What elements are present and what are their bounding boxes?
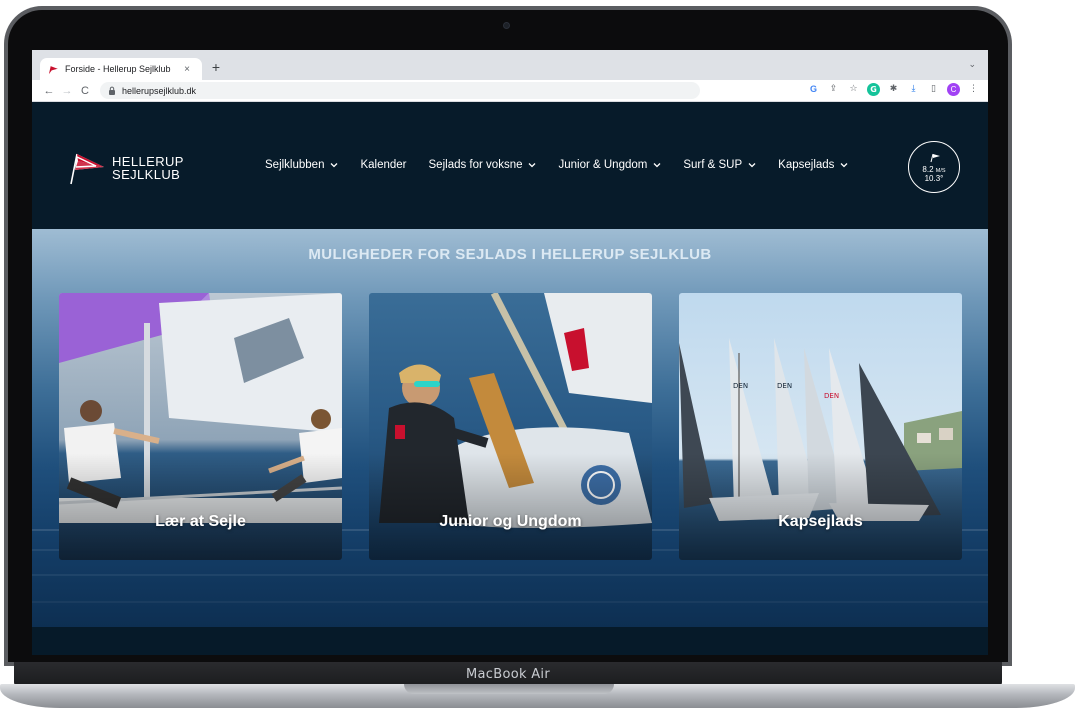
nav-item-kapsejlads[interactable]: Kapsejlads [778, 159, 848, 171]
lock-icon [109, 86, 115, 95]
tab-close-icon[interactable]: × [180, 64, 194, 75]
browser-tab-active[interactable]: Forside - Hellerup Sejlklub × [40, 58, 202, 80]
laptop-frame: Forside - Hellerup Sejlklub × + ⌄ ← → C … [0, 0, 1075, 708]
card-label: Kapsejlads [778, 513, 863, 530]
club-logo[interactable]: HELLERUP SEJLKLUB [66, 151, 184, 185]
profile-avatar[interactable]: C [947, 83, 960, 96]
back-arrow-icon[interactable]: ← [40, 85, 58, 97]
nav-item-surf-sup[interactable]: Surf & SUP [683, 159, 756, 171]
download-icon[interactable]: ⤓ [907, 83, 920, 96]
extension-area: G ⇪ ☆ G ✱ ⤓ ▯ C ⋮ [807, 83, 980, 96]
temperature: 10.3° [924, 174, 944, 183]
extensions-puzzle-icon[interactable]: ✱ [887, 83, 900, 96]
weather-widget[interactable]: 8.2 M/S 10.3° [908, 141, 960, 193]
site-header: HELLERUP SEJLKLUB Sejlklubben Kalender S… [32, 103, 988, 229]
side-panel-icon[interactable]: ▯ [927, 83, 940, 96]
card-laer-at-sejle[interactable]: Lær at Sejle [59, 293, 342, 560]
card-label: Lær at Sejle [155, 513, 246, 530]
nav-item-label: Junior & Ungdom [558, 159, 648, 171]
burgee-flag-icon [70, 153, 104, 185]
club-flag-favicon-icon [48, 64, 59, 74]
water-highlight [32, 601, 988, 603]
chevron-down-icon [840, 163, 848, 168]
logo-line-2: SEJLKLUB [112, 167, 181, 182]
main-navigation: Sejlklubben Kalender Sejlads for voksne … [265, 159, 870, 171]
bookmark-star-icon[interactable]: ☆ [847, 83, 860, 96]
water-highlight [32, 574, 988, 576]
nav-item-junior-ungdom[interactable]: Junior & Ungdom [558, 159, 661, 171]
browser-toolbar: ← → C hellerupsejlklub.dk G ⇪ ☆ G ✱ ⤓ ▯ … [32, 80, 988, 102]
chevron-down-icon [748, 163, 756, 168]
card-label: Junior og Ungdom [439, 513, 582, 530]
wind-flag-icon [930, 153, 940, 163]
hero-section: MULIGHEDER FOR SEJLADS I HELLERUP SEJLKL… [32, 229, 988, 627]
laptop-screen: Forside - Hellerup Sejlklub × + ⌄ ← → C … [32, 50, 988, 655]
chevron-down-icon [331, 163, 338, 168]
chevron-down-icon [653, 163, 661, 168]
share-icon[interactable]: ⇪ [827, 83, 840, 96]
webcam [503, 22, 510, 29]
card-junior-og-ungdom[interactable]: Junior og Ungdom [369, 293, 652, 560]
nav-item-label: Surf & SUP [683, 159, 743, 171]
reload-icon[interactable]: C [76, 85, 94, 97]
card-kapsejlads[interactable]: DEN DEN DEN Kapsejlads [679, 293, 962, 560]
nav-item-label: Sejlads for voksne [428, 159, 523, 171]
device-brand-label: MacBook Air [466, 667, 550, 682]
tab-title: Forside - Hellerup Sejlklub [65, 64, 171, 74]
hero-title: MULIGHEDER FOR SEJLADS I HELLERUP SEJLKL… [308, 246, 712, 263]
site-footer-band [32, 627, 988, 655]
browser-tab-bar: Forside - Hellerup Sejlklub × + ⌄ [32, 50, 988, 80]
kebab-menu-icon[interactable]: ⋮ [967, 83, 980, 96]
forward-arrow-icon[interactable]: → [58, 85, 76, 97]
address-bar[interactable]: hellerupsejlklub.dk [100, 82, 700, 99]
tab-search-icon[interactable]: ⌄ [968, 59, 976, 70]
nav-item-label: Kapsejlads [778, 159, 835, 171]
chevron-down-icon [529, 163, 536, 168]
url-text: hellerupsejlklub.dk [122, 85, 197, 96]
wind-value: 8.2 [922, 165, 934, 174]
new-tab-button[interactable]: + [208, 59, 224, 75]
nav-item-sejlklubben[interactable]: Sejlklubben [265, 159, 338, 171]
google-icon[interactable]: G [807, 83, 820, 96]
nav-item-label: Sejlklubben [265, 159, 325, 171]
nav-item-label: Kalender [360, 159, 407, 171]
laptop-opening-notch [404, 684, 614, 694]
nav-item-sejlads-for-voksne[interactable]: Sejlads for voksne [429, 159, 537, 171]
grammarly-icon[interactable]: G [867, 83, 880, 96]
website: HELLERUP SEJLKLUB Sejlklubben Kalender S… [32, 103, 988, 655]
nav-item-kalender[interactable]: Kalender [360, 159, 406, 171]
